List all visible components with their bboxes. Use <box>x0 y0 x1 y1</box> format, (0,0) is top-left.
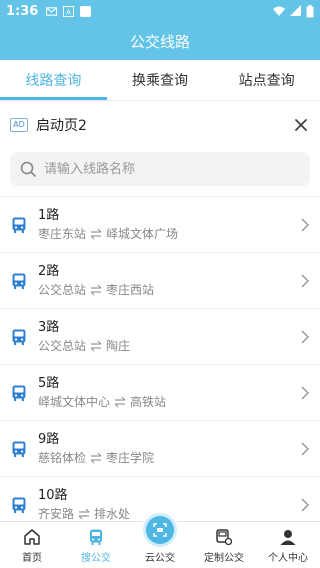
nav-cloud-bus-label: 云公交 <box>145 553 175 564</box>
app-notification-icon <box>80 5 92 17</box>
svg-text:A: A <box>66 7 71 16</box>
route-from: 公交总站 <box>38 282 87 297</box>
swap-arrows-icon <box>114 396 126 407</box>
route-name: 9路 <box>38 431 60 447</box>
nav-profile-label: 个人中心 <box>268 553 308 564</box>
route-list: 1路 枣庄东站 峄城文体广场 2路 公交总站 枣庄西站 3路 公交总站 陶庄 5路 峄城文体中心 高铁… <box>0 196 320 521</box>
route-text: 3路公交总站 陶庄 <box>38 319 300 355</box>
route-stops: 慈铭体检 枣庄学院 <box>38 449 300 467</box>
search-icon <box>20 161 36 177</box>
route-item[interactable]: 2路公交总站 枣庄西站 <box>0 252 320 308</box>
nav-profile[interactable]: 个人中心 <box>256 522 320 568</box>
nav-cloud-bus[interactable]: 云公交 <box>128 516 192 568</box>
ad-title: 启动页2 <box>36 117 87 134</box>
bus-icon <box>12 497 26 513</box>
route-stops: 公交总站 枣庄西站 <box>38 281 300 299</box>
tab-station-query[interactable]: 站点查询 <box>213 60 320 100</box>
chevron-right-icon <box>301 329 310 344</box>
tab-transfer-query[interactable]: 换乘查询 <box>107 60 214 100</box>
bus-icon <box>12 329 26 345</box>
nav-home-label: 首页 <box>22 553 42 564</box>
close-icon[interactable] <box>292 116 310 134</box>
bottom-nav: 首页 搜公交 云公交 定制公交 个人中心 <box>0 516 320 568</box>
search-section <box>0 148 320 196</box>
nav-custom-bus-label: 定制公交 <box>204 553 244 564</box>
swap-arrows-icon <box>78 508 90 519</box>
route-to: 排水处 <box>94 506 131 521</box>
route-text: 9路慈铭体检 枣庄学院 <box>38 431 300 467</box>
route-item[interactable]: 1路枣庄东站 峄城文体广场 <box>0 196 320 252</box>
swap-arrows-icon <box>90 452 102 463</box>
custom-bus-icon <box>216 529 233 546</box>
nav-search-bus[interactable]: 搜公交 <box>64 522 128 568</box>
route-from: 峄城文体中心 <box>38 394 111 409</box>
notification-a-icon: A <box>63 5 75 17</box>
chevron-right-icon <box>301 441 310 456</box>
user-icon <box>280 530 296 545</box>
signal-icon <box>290 5 301 16</box>
ad-badge: AD <box>10 117 28 132</box>
bus-icon <box>12 441 26 457</box>
route-item[interactable]: 3路公交总站 陶庄 <box>0 308 320 364</box>
nav-home[interactable]: 首页 <box>0 522 64 568</box>
route-to: 陶庄 <box>106 338 131 353</box>
route-item[interactable]: 9路慈铭体检 枣庄学院 <box>0 420 320 476</box>
route-text: 10路齐安路 排水处 <box>38 487 300 522</box>
route-stops: 峄城文体中心 高铁站 <box>38 393 300 411</box>
bus-icon <box>90 529 102 545</box>
tab-route-query[interactable]: 线路查询 <box>0 60 107 100</box>
page-title: 公交线路 <box>129 32 190 51</box>
route-from: 公交总站 <box>38 338 87 353</box>
route-stops: 枣庄东站 峄城文体广场 <box>38 225 300 243</box>
chevron-right-icon <box>301 217 310 232</box>
scan-icon <box>146 516 174 544</box>
tab-bar: 线路查询 换乘查询 站点查询 <box>0 60 320 100</box>
nav-search-bus-label: 搜公交 <box>81 553 111 564</box>
wifi-icon <box>273 6 285 16</box>
nav-custom-bus[interactable]: 定制公交 <box>192 522 256 568</box>
bus-icon <box>12 273 26 289</box>
app-bar: 公交线路 <box>0 22 320 60</box>
route-to: 枣庄西站 <box>106 282 155 297</box>
route-name: 2路 <box>38 263 60 279</box>
ad-banner[interactable]: AD 启动页2 <box>0 100 320 148</box>
route-from: 齐安路 <box>38 506 75 521</box>
route-item[interactable]: 5路峄城文体中心 高铁站 <box>0 364 320 420</box>
route-item[interactable]: 10路齐安路 排水处 <box>0 476 320 521</box>
chevron-right-icon <box>301 497 310 512</box>
swap-arrows-icon <box>90 340 102 351</box>
route-to: 枣庄学院 <box>106 450 155 465</box>
route-to: 峄城文体广场 <box>106 226 179 241</box>
route-to: 高铁站 <box>130 394 167 409</box>
search-box[interactable] <box>10 152 310 186</box>
status-bar: 1:36 A <box>0 0 320 22</box>
bus-icon <box>12 217 26 233</box>
home-icon <box>24 529 40 545</box>
route-text: 5路峄城文体中心 高铁站 <box>38 375 300 411</box>
mail-icon <box>46 6 58 16</box>
route-stops: 公交总站 陶庄 <box>38 337 300 355</box>
route-name: 10路 <box>38 487 68 503</box>
swap-arrows-icon <box>90 284 102 295</box>
swap-arrows-icon <box>90 228 102 239</box>
chevron-right-icon <box>301 273 310 288</box>
bus-icon <box>12 385 26 401</box>
route-name: 5路 <box>38 375 60 391</box>
route-name: 1路 <box>38 207 60 223</box>
route-from: 慈铭体检 <box>38 450 87 465</box>
route-from: 枣庄东站 <box>38 226 87 241</box>
status-time: 1:36 <box>6 3 39 19</box>
route-text: 2路公交总站 枣庄西站 <box>38 263 300 299</box>
battery-icon <box>306 4 314 17</box>
route-text: 1路枣庄东站 峄城文体广场 <box>38 207 300 243</box>
route-name: 3路 <box>38 319 60 335</box>
route-search-input[interactable] <box>44 161 300 177</box>
chevron-right-icon <box>301 385 310 400</box>
